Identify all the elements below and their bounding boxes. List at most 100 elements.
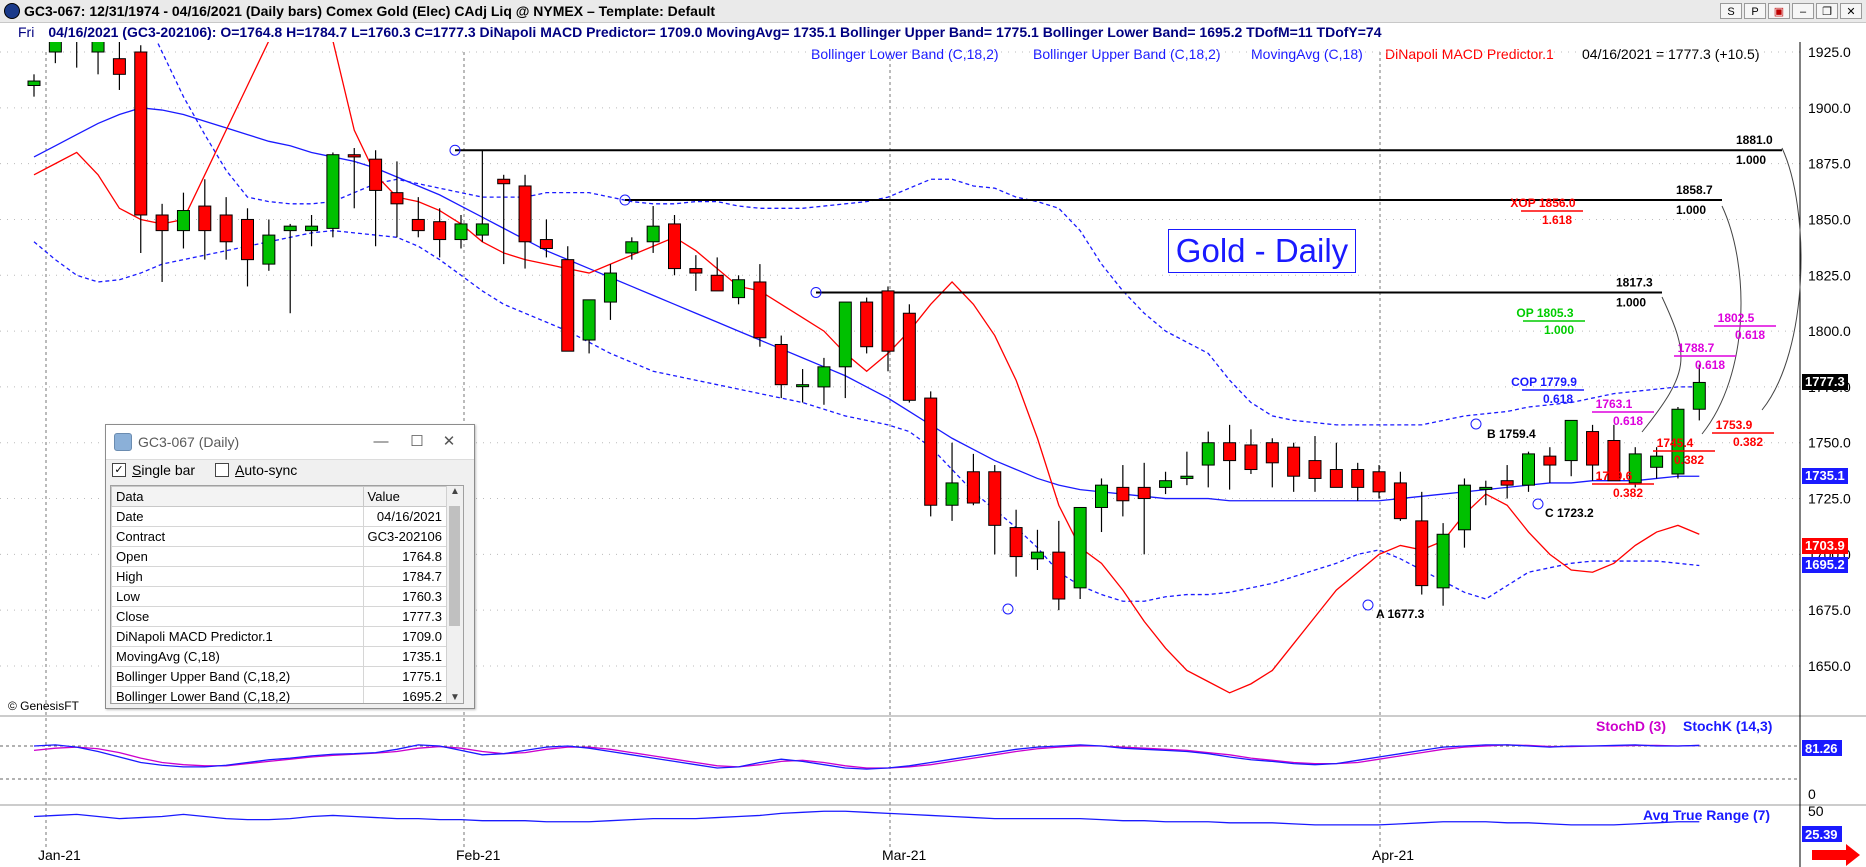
row-label: MovingAvg (C,18) xyxy=(111,646,364,667)
chart-title-box: Gold - Daily xyxy=(1168,229,1356,273)
price-tick-label: 1850.0 xyxy=(1808,211,1851,227)
row-label: Contract xyxy=(111,526,364,547)
atr-axis-top: 50 xyxy=(1808,803,1824,819)
candle-body xyxy=(1180,475,1194,479)
candle-body xyxy=(1436,533,1450,589)
scroll-thumb[interactable] xyxy=(449,506,460,626)
scroll-right-arrow-icon xyxy=(1812,844,1860,866)
candle-body xyxy=(582,299,596,341)
data-window[interactable]: GC3-067 (Daily) — ☐ ✕ ✓ Single bar Auto-… xyxy=(105,424,475,709)
scroll-up-icon[interactable]: ▲ xyxy=(447,486,463,497)
fib-ratio-label: 0.382 xyxy=(1674,453,1704,467)
candle-body xyxy=(945,482,959,506)
candle-body xyxy=(966,471,980,504)
stoch-d-line xyxy=(33,744,1700,769)
candle-body xyxy=(347,154,361,158)
row-value: 1735.1 xyxy=(362,646,448,667)
row-label: Low xyxy=(111,586,364,607)
row-value: 1784.7 xyxy=(362,566,448,587)
restore-button[interactable]: ❐ xyxy=(1816,3,1838,19)
data-window-scrollbar[interactable]: ▲ ▼ xyxy=(446,486,463,703)
candle-body xyxy=(198,205,212,232)
stoch-value: 81.26 xyxy=(1805,741,1838,756)
candle-body xyxy=(1265,442,1279,464)
candle-body xyxy=(860,301,874,348)
minimize-button[interactable]: – xyxy=(1792,3,1814,19)
candle-body xyxy=(1244,444,1258,471)
watermark: © GenesisFT xyxy=(8,699,79,713)
fib-ratio-label: 0.618 xyxy=(1613,414,1643,428)
quote-summary: 04/16/2021 (GC3-202106): O=1764.8 H=1784… xyxy=(48,24,1382,40)
month-label: Apr-21 xyxy=(1372,847,1414,863)
data-window-row: Date 04/16/2021 xyxy=(111,506,448,527)
candle-body xyxy=(262,234,276,265)
layout-button[interactable]: ▣ xyxy=(1768,3,1790,19)
candle-body xyxy=(475,223,489,236)
candle-body xyxy=(924,397,938,506)
fib-projection-label: XOP 1856.0 xyxy=(1510,196,1575,210)
candle-body xyxy=(732,279,746,299)
candle-body xyxy=(689,268,703,274)
candle-body xyxy=(1479,486,1493,490)
single-bar-checkbox[interactable]: ✓ xyxy=(112,463,126,477)
data-window-close-button[interactable]: ✕ xyxy=(434,431,464,453)
col-value[interactable]: Value xyxy=(362,486,448,507)
level-price-label: 1881.0 xyxy=(1736,133,1773,147)
atr-line xyxy=(33,810,1700,826)
close-button[interactable]: ✕ xyxy=(1840,3,1862,19)
candle-body xyxy=(283,225,297,232)
price-tick-label: 1875.0 xyxy=(1808,156,1851,172)
fib-ratio-label: 0.382 xyxy=(1733,435,1763,449)
fib-ratio-label: 1.618 xyxy=(1542,213,1572,227)
candle-body xyxy=(411,218,425,232)
candle-body xyxy=(988,471,1002,526)
candle-body xyxy=(497,178,511,185)
candle-body xyxy=(369,158,383,191)
candle-body xyxy=(668,223,681,270)
p-button[interactable]: P xyxy=(1744,3,1766,19)
abc-point-label: B 1759.4 xyxy=(1487,427,1536,441)
fib-ratio-label: 0.618 xyxy=(1695,358,1725,372)
row-value: 1775.1 xyxy=(362,666,448,687)
fib-ratio-label: 0.618 xyxy=(1735,328,1765,342)
candle-body xyxy=(1650,455,1664,468)
candle-body xyxy=(91,42,105,53)
atr-label: Avg True Range (7) xyxy=(1643,807,1770,823)
fib-ratio-label: 0.382 xyxy=(1613,486,1643,500)
fib-projection-label: 1763.1 xyxy=(1596,397,1633,411)
candle-body xyxy=(1415,520,1429,587)
candle-body xyxy=(838,301,852,368)
row-label: Bollinger Lower Band (C,18,2) xyxy=(111,686,364,703)
s-button[interactable]: S xyxy=(1720,3,1742,19)
window-title: GC3-067: 12/31/1974 - 04/16/2021 (Daily … xyxy=(24,3,716,19)
candle-body xyxy=(881,290,895,352)
pivot-marker xyxy=(1532,498,1544,510)
candle-body xyxy=(112,58,126,75)
candle-body xyxy=(1201,442,1215,466)
data-window-icon xyxy=(114,433,132,451)
auto-sync-checkbox[interactable] xyxy=(215,463,230,477)
candle-body xyxy=(1522,453,1535,486)
candle-body xyxy=(134,51,148,216)
window-buttons: S P ▣ – ❐ ✕ xyxy=(1720,3,1862,19)
row-label: Date xyxy=(111,506,364,527)
data-window-maximize-button[interactable]: ☐ xyxy=(402,431,432,453)
candle-body xyxy=(902,312,916,401)
data-window-titlebar[interactable]: GC3-067 (Daily) — ☐ ✕ xyxy=(106,425,474,460)
data-window-row: High 1784.7 xyxy=(111,566,448,587)
scroll-down-icon[interactable]: ▼ xyxy=(447,692,463,703)
col-data[interactable]: Data xyxy=(111,486,364,507)
data-window-minimize-button[interactable]: — xyxy=(366,431,396,453)
level-ratio-label: 1.000 xyxy=(1736,153,1766,167)
month-label: Mar-21 xyxy=(882,847,927,863)
candle-body xyxy=(625,241,639,254)
candle-body xyxy=(176,210,190,232)
candle-body xyxy=(796,384,810,388)
fib-projection-label: COP 1779.9 xyxy=(1511,375,1577,389)
auto-sync-label: Auto-sync xyxy=(235,462,298,478)
horizontal-levels: 1881.0 1.000 1858.7 1.000 1817.3 1.000 xyxy=(449,133,1802,435)
data-window-options: ✓ Single bar Auto-sync xyxy=(106,460,474,480)
fib-projection-label: 1788.7 xyxy=(1678,341,1715,355)
pivot-marker xyxy=(1002,603,1014,615)
time-axis: Jan-21 Feb-21 Mar-21 Apr-21 xyxy=(38,844,1860,866)
